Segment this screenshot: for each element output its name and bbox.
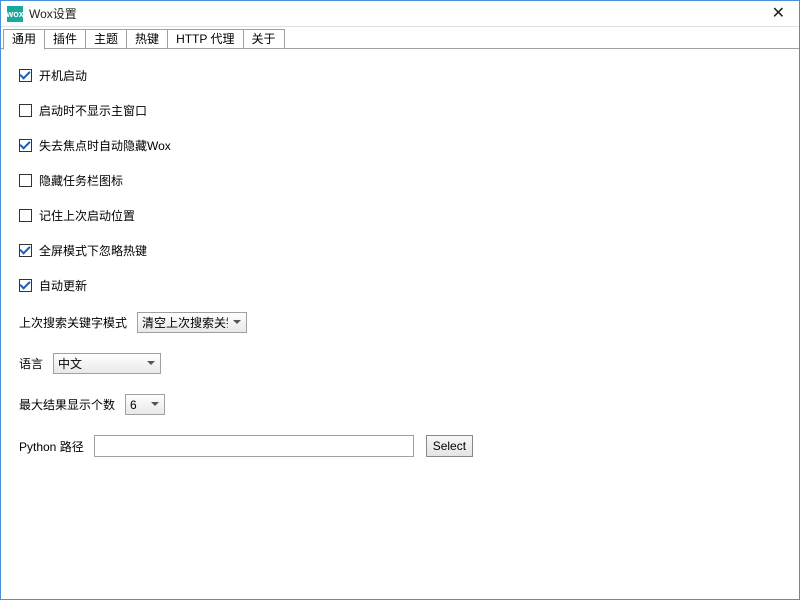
max-results-select[interactable]: 6 [125, 394, 165, 415]
row-python-path: Python 路径 Select [19, 435, 781, 457]
checkbox-row-start-on-boot[interactable]: 开机启动 [19, 67, 781, 84]
tab-hotkey[interactable]: 热键 [126, 29, 168, 49]
checkbox-label: 自动更新 [39, 277, 87, 294]
keyword-mode-label: 上次搜索关键字模式 [19, 314, 127, 331]
row-max-results: 最大结果显示个数 6 [19, 394, 781, 415]
checkbox-row-auto-update[interactable]: 自动更新 [19, 277, 781, 294]
window-title: Wox设置 [29, 5, 77, 22]
row-keyword-mode: 上次搜索关键字模式 清空上次搜索关键 [19, 312, 781, 333]
python-path-input[interactable] [94, 435, 414, 457]
keyword-mode-select[interactable]: 清空上次搜索关键 [137, 312, 247, 333]
checkbox-hide-on-startup[interactable] [19, 104, 32, 117]
checkbox-auto-update[interactable] [19, 279, 32, 292]
max-results-label: 最大结果显示个数 [19, 396, 115, 413]
checkbox-label: 隐藏任务栏图标 [39, 172, 123, 189]
checkbox-row-ignore-hotkey-fullscreen[interactable]: 全屏模式下忽略热键 [19, 242, 781, 259]
titlebar: wox Wox设置 ✕ [1, 1, 799, 27]
checkbox-row-hide-on-blur[interactable]: 失去焦点时自动隐藏Wox [19, 137, 781, 154]
checkbox-label: 失去焦点时自动隐藏Wox [39, 137, 171, 154]
tab-bar: 通用 插件 主题 热键 HTTP 代理 关于 [1, 27, 799, 49]
checkbox-ignore-hotkey-fullscreen[interactable] [19, 244, 32, 257]
checkbox-remember-position[interactable] [19, 209, 32, 222]
checkbox-hide-on-blur[interactable] [19, 139, 32, 152]
checkbox-row-remember-position[interactable]: 记住上次启动位置 [19, 207, 781, 224]
app-icon: wox [7, 6, 23, 22]
row-language: 语言 中文 [19, 353, 781, 374]
checkbox-start-on-boot[interactable] [19, 69, 32, 82]
tab-about[interactable]: 关于 [243, 29, 285, 49]
tab-http-proxy[interactable]: HTTP 代理 [167, 29, 243, 49]
content-pane: 开机启动 启动时不显示主窗口 失去焦点时自动隐藏Wox 隐藏任务栏图标 记住上次… [1, 49, 799, 495]
checkbox-row-hide-on-startup[interactable]: 启动时不显示主窗口 [19, 102, 781, 119]
checkbox-hide-tray[interactable] [19, 174, 32, 187]
python-path-select-button[interactable]: Select [426, 435, 473, 457]
language-label: 语言 [19, 355, 43, 372]
checkbox-label: 全屏模式下忽略热键 [39, 242, 147, 259]
tab-general[interactable]: 通用 [3, 29, 45, 50]
close-button[interactable]: ✕ [766, 3, 791, 23]
checkbox-label: 启动时不显示主窗口 [39, 102, 147, 119]
tab-plugins[interactable]: 插件 [44, 29, 86, 49]
checkbox-label: 开机启动 [39, 67, 87, 84]
language-select[interactable]: 中文 [53, 353, 161, 374]
python-path-label: Python 路径 [19, 438, 84, 455]
tab-theme[interactable]: 主题 [85, 29, 127, 49]
checkbox-row-hide-tray[interactable]: 隐藏任务栏图标 [19, 172, 781, 189]
checkbox-label: 记住上次启动位置 [39, 207, 135, 224]
